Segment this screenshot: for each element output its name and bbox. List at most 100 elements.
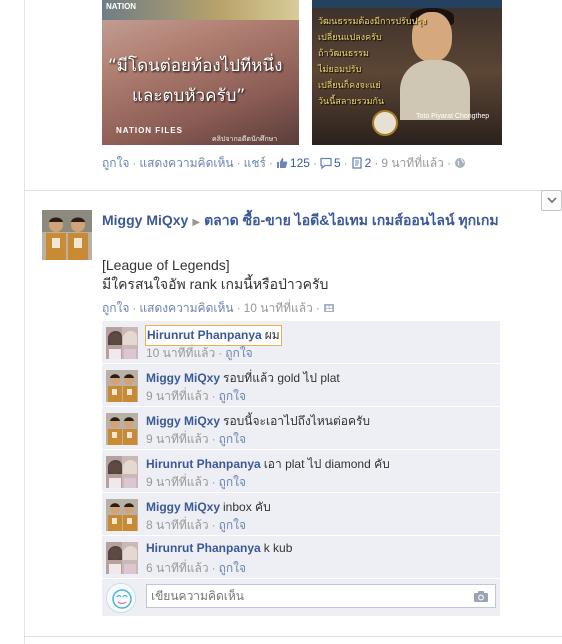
commenter-name-link[interactable]: Hirunrut Phanpanya (146, 541, 261, 555)
comment-link[interactable]: แสดงความคิดเห็น (139, 156, 233, 170)
photo-top-label: NATION (106, 2, 137, 11)
comment-timestamp[interactable]: 6 นาทีที่แล้ว (146, 561, 209, 575)
comment-meta: 6 นาทีที่แล้ว · ถูกใจ (146, 559, 246, 578)
comment-bubble-icon (320, 157, 332, 169)
comment-timestamp[interactable]: 9 นาทีที่แล้ว (146, 475, 209, 489)
separator: · (211, 389, 216, 403)
comment-row: Hirunrut Phanpanya k kub 6 นาทีที่แล้ว · ถูก… (102, 535, 500, 578)
separator: · (446, 156, 451, 170)
comment-input[interactable] (146, 584, 496, 608)
commenter-avatar[interactable] (106, 542, 138, 574)
commenter-name-link[interactable]: Miggy MiQxy (146, 371, 220, 385)
post-timestamp[interactable]: 10 นาทีที่แล้ว (244, 301, 313, 315)
comment-line: Miggy MiQxy inbox คับ (146, 498, 271, 517)
current-user-avatar-image (108, 585, 135, 612)
comment-line: Miggy MiQxy รอบนี้จะเอาไปถึงไหนต่อครับ (146, 412, 370, 431)
commenter-name-link[interactable]: Hirunrut Phanpanya (147, 328, 262, 342)
commenter-name-link[interactable]: Miggy MiQxy (146, 500, 220, 514)
story-timestamp[interactable]: 9 นาทีที่แล้ว (381, 156, 444, 170)
photo-text-line: ถ้าวัฒนธรรม (318, 48, 369, 58)
comment-meta: 9 นาทีที่แล้ว · ถูกใจ (146, 473, 246, 492)
comment-timestamp[interactable]: 8 นาทีที่แล้ว (146, 518, 209, 532)
commenter-avatar[interactable] (106, 413, 138, 445)
post-text-line: มีใครสนใจอัพ rank เกมนี้หรือป่าวครับ (102, 276, 329, 292)
photo-caption: Toto Piyarat Chongthep (416, 113, 490, 120)
comment-meta: 10 นาทีที่แล้ว · ถูกใจ (146, 344, 253, 363)
author-avatar[interactable] (42, 210, 92, 260)
comment-like-link[interactable]: ถูกใจ (219, 389, 246, 403)
separator: · (315, 301, 320, 315)
comment-meta: 8 นาทีที่แล้ว · ถูกใจ (146, 516, 246, 535)
commenter-avatar-image (106, 456, 138, 488)
comment-like-link[interactable]: ถูกใจ (225, 346, 252, 360)
comment-meta: 9 นาทีที่แล้ว · ถูกใจ (146, 387, 246, 406)
post-options-button[interactable] (541, 190, 562, 211)
separator: · (211, 561, 216, 575)
post-action-bar: ถูกใจ · แสดงความคิดเห็น · 10 นาทีที่แล้ว · (102, 300, 337, 316)
post-body: [League of Legends] มีใครสนใจอัพ rank เก… (102, 256, 502, 294)
photo-sub-caption: คลิปจากอดีตนักศึกษา (212, 136, 278, 143)
story-photo-left[interactable]: NATION “มีโดนต่อยท้องไปทีหนึ่ง และตบหัวค… (102, 0, 299, 145)
group-audience-icon (323, 304, 334, 312)
commenter-name-link[interactable]: Hirunrut Phanpanya (146, 457, 261, 471)
person-body (400, 60, 470, 120)
photo-text-line: เปลี่ยนแปลงครับ (318, 32, 382, 42)
photo-text-line: วันนี้สลายรวมกัน (318, 96, 385, 106)
separator: · (268, 156, 273, 170)
comment-row: Miggy MiQxy inbox คับ 8 นาทีที่แล้ว · ถูกใจ (102, 492, 500, 535)
thumbs-up-icon (276, 158, 288, 168)
comment-timestamp[interactable]: 10 นาทีที่แล้ว (146, 346, 215, 360)
story-photo-right[interactable]: วัฒนธรรมต้องมีการปรับปรุง เปลี่ยนแปลงครั… (312, 0, 502, 145)
camera-icon[interactable] (473, 590, 489, 603)
comment-text: รอบที่แล้ว gold ไป plat (223, 371, 340, 385)
comment-text: inbox คับ (223, 500, 271, 514)
story-action-bar: ถูกใจ · แสดงความคิดเห็น · แชร์ · 125 · 5 · 2 · 9 นาท… (102, 155, 468, 171)
share-doc-icon (351, 157, 362, 169)
comment-timestamp[interactable]: 9 นาทีที่แล้ว (146, 432, 209, 446)
commenter-avatar-image (106, 370, 138, 402)
comment-row: Miggy MiQxy รอบนี้จะเอาไปถึงไหนต่อครับ 9 น… (102, 406, 500, 449)
photo-text-line: ไม่ยอมปรับ (318, 64, 362, 74)
share-link[interactable]: แชร์ (244, 156, 266, 170)
commenter-avatar[interactable] (106, 370, 138, 402)
comment-row: Hirunrut Phanpanya ผม 10 นาทีที่แล้ว · ถูกใจ (102, 320, 500, 363)
comment-row: Miggy MiQxy รอบที่แล้ว gold ไป plat 9 นาที… (102, 363, 500, 406)
post-author-link[interactable]: Miggy MiQxy (102, 212, 188, 228)
commenter-avatar[interactable] (106, 499, 138, 531)
post-header: Miggy MiQxy ▶ ตลาด ซื้อ-ขาย ไอดี&ไอเทม เกม… (102, 211, 522, 232)
photo-header-strip (312, 0, 502, 8)
like-link[interactable]: ถูกใจ (102, 301, 129, 315)
separator: · (312, 156, 317, 170)
likes-count[interactable]: 125 (276, 156, 310, 170)
current-user-avatar (106, 583, 136, 613)
photo-quote-line1: “มีโดนต่อยท้องไปทีหนึ่ง (108, 56, 283, 76)
anti-sotus-badge (372, 110, 398, 136)
comment-link[interactable]: แสดงความคิดเห็น (139, 301, 233, 315)
story-photos: NATION “มีโดนต่อยท้องไปทีหนึ่ง และตบหัวค… (102, 0, 502, 145)
shares-count[interactable]: 2 (351, 156, 371, 170)
arrow-right-icon: ▶ (192, 217, 201, 228)
comment-row: Hirunrut Phanpanya เอา plat ไป diamond คั… (102, 449, 500, 492)
comment-like-link[interactable]: ถูกใจ (219, 518, 246, 532)
feed-left-border (24, 0, 25, 644)
chevron-down-icon (547, 197, 557, 204)
like-link[interactable]: ถูกใจ (102, 156, 129, 170)
comment-timestamp[interactable]: 9 นาทีที่แล้ว (146, 389, 209, 403)
comment-like-link[interactable]: ถูกใจ (219, 561, 246, 575)
globe-icon (454, 158, 465, 168)
commenter-avatar[interactable] (106, 456, 138, 488)
comment-text: ผม (264, 328, 280, 342)
comment-like-link[interactable]: ถูกใจ (219, 432, 246, 446)
group-link[interactable]: ตลาด ซื้อ-ขาย ไอดี&ไอเทม เกมส์ออนไลน์ ทุ… (204, 212, 499, 228)
commenter-avatar[interactable] (106, 327, 138, 359)
comments-count[interactable]: 5 (320, 156, 341, 170)
separator: · (211, 518, 216, 532)
commenter-avatar-image (106, 499, 138, 531)
commenter-name-link[interactable]: Miggy MiQxy (146, 414, 220, 428)
comment-like-link[interactable]: ถูกใจ (219, 475, 246, 489)
comment-text: k kub (263, 541, 293, 555)
comment-meta: 9 นาทีที่แล้ว · ถูกใจ (146, 430, 246, 449)
photo-text-line: เปลี่ยนก็คงจะแย่ (318, 80, 381, 90)
separator: · (236, 156, 241, 170)
comment-list: Hirunrut Phanpanya ผม 10 นาทีที่แล้ว · ถูกใจ… (102, 320, 500, 616)
